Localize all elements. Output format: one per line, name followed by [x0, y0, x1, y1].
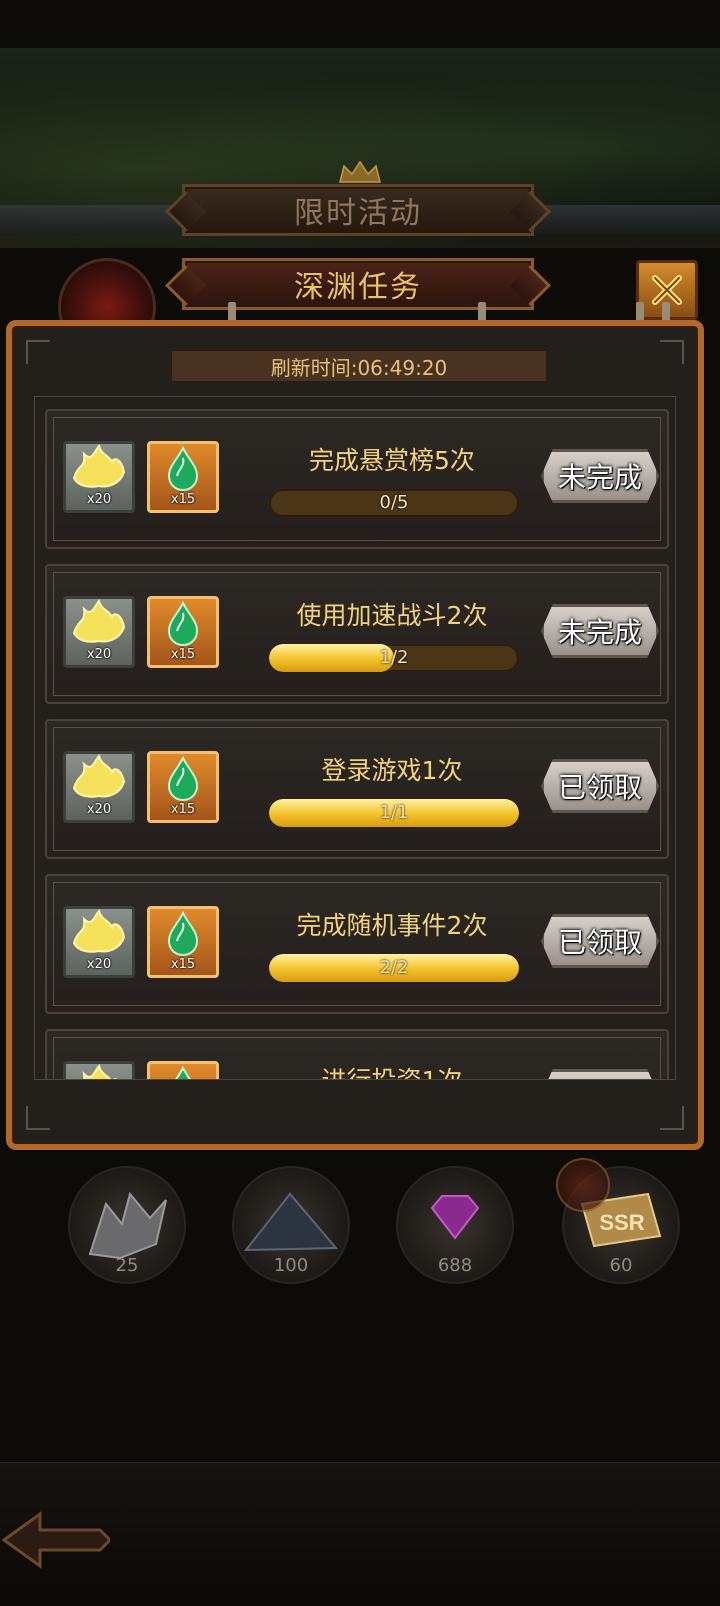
- progress-bar: 2/2: [269, 954, 519, 982]
- reward-slot[interactable]: x20: [63, 751, 135, 823]
- popup-title: 深渊任务: [294, 270, 422, 305]
- status-button[interactable]: [541, 1069, 659, 1079]
- event-title-plaque: 限时活动: [182, 184, 534, 236]
- currency-amount: 688: [437, 1255, 473, 1276]
- crown-icon: [339, 160, 381, 183]
- reward-slot[interactable]: x15: [147, 441, 219, 513]
- green-drop-icon: [167, 910, 199, 957]
- task-title: 登录游戏1次: [321, 756, 463, 785]
- currency-amount: 60: [609, 1255, 633, 1276]
- green-drop-icon: [167, 600, 199, 647]
- task-row: x20 x15 使用加速战斗2次 1/2 未完成: [45, 564, 669, 704]
- reward-qty: x20: [86, 802, 112, 817]
- reward-qty: x20: [86, 647, 112, 662]
- task-title: 进行投资1次: [267, 1061, 517, 1079]
- reward-slot[interactable]: x15: [147, 596, 219, 668]
- task-panel: 刷新时间:06:49:20 x20 x15 完成悬赏榜5次 0/5 未完成 x2…: [6, 320, 704, 1150]
- reward-slot[interactable]: [147, 1061, 219, 1079]
- reward-slot[interactable]: [63, 1061, 135, 1079]
- crystal-shard-icon: [88, 1191, 167, 1260]
- golden-flame-icon: [72, 909, 126, 953]
- status-button[interactable]: 已领取: [541, 759, 659, 813]
- golden-flame-icon: [72, 754, 126, 798]
- currency-item[interactable]: 688: [396, 1166, 514, 1284]
- golden-flame-icon: [72, 599, 126, 643]
- progress-bar: 1/2: [269, 644, 519, 672]
- progress-bar: 0/5: [269, 489, 519, 517]
- currency-item[interactable]: 25: [68, 1166, 186, 1284]
- task-title: 完成随机事件2次: [296, 911, 488, 940]
- progress-text: 1/2: [379, 647, 409, 668]
- task-title: 使用加速战斗2次: [296, 601, 488, 630]
- panel-corner: [26, 1106, 50, 1130]
- small-avatar-icon: [556, 1158, 610, 1212]
- task-row: 进行投资1次: [45, 1029, 669, 1079]
- panel-corner: [660, 340, 684, 364]
- reward-slot[interactable]: x15: [147, 751, 219, 823]
- currency-amount: 100: [273, 1255, 309, 1276]
- green-drop-icon: [167, 755, 199, 802]
- reward-slot[interactable]: x15: [147, 906, 219, 978]
- task-row: x20 x15 完成悬赏榜5次 0/5 未完成: [45, 409, 669, 549]
- purple-gem-icon: [430, 1195, 480, 1240]
- back-arrow-icon[interactable]: [0, 1500, 110, 1580]
- task-list[interactable]: x20 x15 完成悬赏榜5次 0/5 未完成 x20 x15 使用加速战斗2次…: [34, 396, 676, 1080]
- progress-text: 1/1: [379, 802, 409, 823]
- reward-qty: x15: [170, 492, 196, 507]
- reward-slot[interactable]: x20: [63, 906, 135, 978]
- currency-row: 25 100 688 SSR 60: [0, 1158, 720, 1296]
- reward-slot[interactable]: x20: [63, 441, 135, 513]
- reward-qty: x20: [86, 957, 112, 972]
- ore-pile-icon: [243, 1192, 339, 1252]
- progress-text: 0/5: [379, 492, 409, 513]
- task-row: x20 x15 登录游戏1次 1/1 已领取: [45, 719, 669, 859]
- ssr-label: SSR: [599, 1210, 644, 1235]
- event-title: 限时活动: [294, 196, 422, 231]
- golden-flame-icon: [82, 1064, 118, 1079]
- status-button[interactable]: 未完成: [541, 604, 659, 658]
- reward-slot[interactable]: x20: [63, 596, 135, 668]
- panel-corner: [26, 340, 50, 364]
- reward-qty: x15: [170, 802, 196, 817]
- refresh-timer: 刷新时间:06:49:20: [172, 351, 546, 381]
- task-row: x20 x15 完成随机事件2次 2/2 已领取: [45, 874, 669, 1014]
- reward-qty: x20: [86, 492, 112, 507]
- reward-qty: x15: [170, 957, 196, 972]
- progress-bar: 1/1: [269, 799, 519, 827]
- green-drop-icon: [175, 1065, 191, 1079]
- panel-corner: [660, 1106, 684, 1130]
- currency-item[interactable]: 100: [232, 1166, 350, 1284]
- task-title: 完成悬赏榜5次: [309, 446, 475, 475]
- status-button[interactable]: 未完成: [541, 449, 659, 503]
- golden-flame-icon: [72, 444, 126, 488]
- currency-amount: 25: [115, 1255, 139, 1276]
- green-drop-icon: [167, 445, 199, 492]
- status-button[interactable]: 已领取: [541, 914, 659, 968]
- reward-qty: x15: [170, 647, 196, 662]
- progress-text: 2/2: [379, 957, 409, 978]
